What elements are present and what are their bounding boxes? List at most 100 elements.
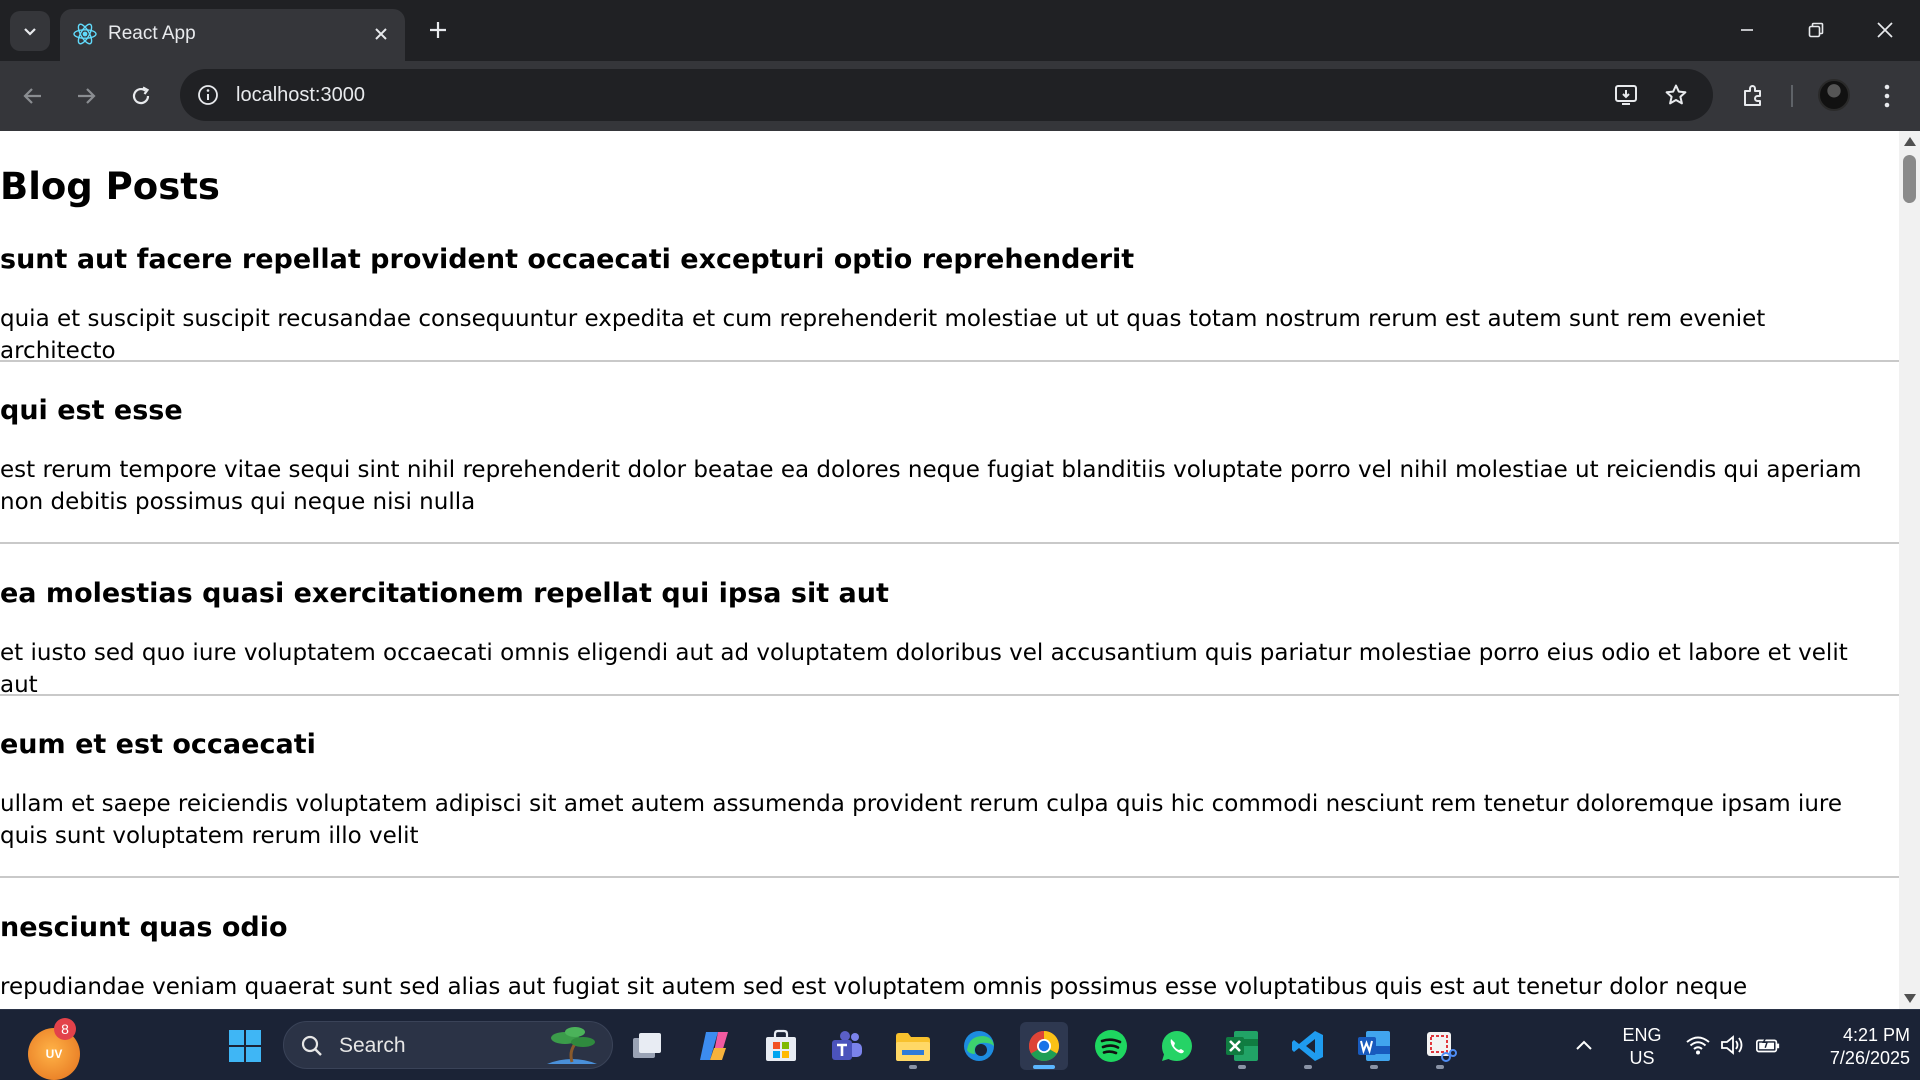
language-indicator[interactable]: ENG US [1614,1024,1670,1070]
show-hidden-icons-button[interactable] [1571,1032,1597,1058]
battery-charging-icon [1756,1035,1780,1053]
minimize-icon [1741,29,1753,31]
back-button[interactable] [13,76,53,116]
chevron-up-icon [1576,1040,1592,1050]
uv-label: UV [45,1047,63,1061]
post-divider [0,360,1899,362]
post-title: sunt aut facere repellat provident occae… [0,244,1135,275]
back-icon [23,88,41,104]
page-title: Blog Posts [0,165,220,208]
url-text[interactable]: localhost:3000 [236,82,365,108]
page-viewport: Blog Posts sunt aut facere repellat prov… [0,131,1899,1009]
reload-button[interactable] [121,76,161,116]
volume-status[interactable] [1719,1032,1745,1058]
teams-button[interactable] [823,1022,871,1070]
whatsapp-icon [1162,1031,1192,1061]
profile-avatar[interactable] [1818,79,1850,111]
tab-close-button[interactable] [369,22,393,46]
page-scrollbar[interactable] [1899,131,1920,1009]
chevron-down-icon [24,28,36,36]
site-info-icon [198,85,218,105]
tab-search-button[interactable] [10,11,50,51]
clock[interactable]: 4:21 PM 7/26/2025 [1796,1024,1910,1070]
post-title: eum et est occaecati [0,729,316,760]
running-indicator [1238,1065,1246,1069]
reload-icon [132,86,150,105]
forward-icon [78,88,96,104]
excel-button[interactable] [1218,1022,1266,1070]
plus-icon [430,22,446,38]
active-indicator [1033,1065,1055,1069]
post-body: repudiandae veniam quaerat sunt sed alia… [0,974,1748,1000]
scrollbar-thumb[interactable] [1903,155,1916,203]
star-icon [1665,84,1687,105]
post-divider [0,542,1899,544]
file-explorer-button[interactable] [889,1022,937,1070]
restore-button[interactable] [1782,0,1850,60]
spotify-button[interactable] [1087,1022,1135,1070]
microsoft-store-button[interactable] [757,1022,805,1070]
tab-react-app[interactable]: React App [60,9,405,61]
weather-widget[interactable]: UV 8 [18,1018,80,1080]
scroll-down-arrow-icon[interactable] [1904,994,1916,1003]
running-indicator [1370,1065,1378,1069]
notification-badge: 8 [54,1018,76,1040]
word-button[interactable] [1350,1022,1398,1070]
scroll-up-arrow-icon[interactable] [1904,137,1916,146]
install-app-icon [1615,85,1637,105]
bookmark-button[interactable] [1660,79,1692,111]
minimize-button[interactable] [1713,0,1781,60]
clock-time: 4:21 PM [1842,1025,1910,1045]
post-divider [0,694,1899,696]
copilot-icon [700,1032,728,1060]
task-view-button[interactable] [623,1022,671,1070]
microsoft-store-icon [766,1029,796,1061]
word-icon [1358,1031,1390,1061]
vscode-button[interactable] [1284,1022,1332,1070]
extensions-icon [1744,85,1761,106]
edge-icon [964,1031,994,1061]
spotify-icon [1095,1030,1127,1062]
tab-title: React App [108,23,196,44]
extensions-button[interactable] [1733,76,1773,116]
forward-button[interactable] [66,76,106,116]
post-body: est rerum tempore vitae sequi sint nihil… [0,457,1862,515]
close-window-button[interactable] [1851,0,1919,60]
excel-icon [1226,1031,1258,1061]
task-view-icon [633,1033,661,1058]
toolbar-divider [1791,85,1793,107]
taskbar-search[interactable]: Search [283,1021,613,1069]
post-title: ea molestias quasi exercitationem repell… [0,578,889,609]
wifi-status[interactable] [1685,1032,1711,1058]
chrome-menu-button[interactable] [1867,76,1907,116]
browser-tab-strip: React App [0,0,1920,61]
address-bar[interactable]: localhost:3000 [180,69,1713,121]
post-body: ullam et saepe reiciendis voluptatem adi… [0,791,1842,849]
edge-button[interactable] [955,1022,1003,1070]
vscode-icon [1292,1031,1323,1061]
post-divider [0,876,1899,878]
taskbar: UV 8 Search ENG US 4:21 PM 7/26/2025 [0,1009,1920,1080]
blog-post: sunt aut facere repellat provident occae… [0,243,1899,367]
install-app-button[interactable] [1611,79,1643,111]
restore-icon [1808,22,1824,38]
copilot-button[interactable] [690,1022,738,1070]
whatsapp-button[interactable] [1153,1022,1201,1070]
close-window-icon [1877,22,1893,38]
start-button[interactable] [221,1022,269,1070]
file-explorer-icon [896,1033,930,1061]
wifi-icon [1686,1036,1710,1055]
running-indicator [909,1065,917,1069]
blog-post: qui est esse est rerum tempore vitae seq… [0,394,1899,518]
running-indicator [1436,1065,1444,1069]
new-tab-button[interactable] [423,15,453,45]
chrome-button[interactable] [1020,1022,1068,1070]
react-icon [73,23,97,45]
site-info-button[interactable] [192,79,224,111]
language-code: ENG [1622,1025,1662,1045]
blog-post: ea molestias quasi exercitationem repell… [0,577,1899,701]
snipping-tool-button[interactable] [1416,1022,1464,1070]
menu-icon [1884,84,1890,108]
battery-status[interactable] [1755,1032,1781,1058]
start-icon [229,1030,261,1062]
